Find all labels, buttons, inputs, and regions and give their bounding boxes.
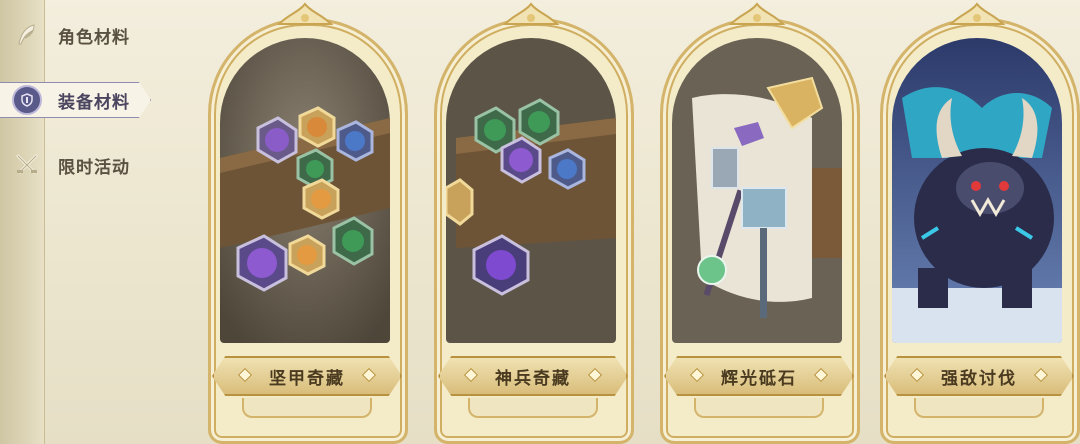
card-title: 强敌讨伐 (941, 368, 1017, 389)
card-title: 神兵奇藏 (495, 368, 571, 389)
sidebar-item-limited-events[interactable]: 限时活动 (0, 145, 180, 185)
sidebar: 角色材料 装备材料 限时活动 (0, 0, 200, 444)
shield-badge-icon (12, 85, 42, 115)
card-title-plate: 强敌讨伐 (884, 356, 1074, 396)
sidebar-item-character-materials[interactable]: 角色材料 (0, 15, 180, 55)
sidebar-item-label: 角色材料 (58, 27, 130, 48)
card-weapon-treasure[interactable]: 神兵奇藏 (428, 0, 634, 444)
crest-ornament (276, 2, 334, 25)
feather-quill-icon (12, 20, 42, 50)
card-armor-treasure[interactable]: 坚甲奇藏 (202, 0, 408, 444)
card-foot-ornament (694, 398, 824, 418)
card-art (446, 38, 616, 343)
card-art (892, 38, 1062, 343)
card-foot-ornament (914, 398, 1044, 418)
card-title-plate: 辉光砥石 (664, 356, 854, 396)
card-radiant-whetstone[interactable]: 辉光砥石 (654, 0, 860, 444)
card-foot-ornament (242, 398, 372, 418)
crest-ornament (502, 2, 560, 25)
card-title: 坚甲奇藏 (269, 368, 345, 389)
sidebar-item-label: 装备材料 (58, 92, 130, 113)
card-strong-enemy-hunt[interactable]: 强敌讨伐 (874, 0, 1080, 444)
card-title-plate: 坚甲奇藏 (212, 356, 402, 396)
sidebar-item-label: 限时活动 (58, 157, 130, 178)
crossed-swords-icon (12, 150, 42, 180)
card-title: 辉光砥石 (721, 368, 797, 389)
card-art (672, 38, 842, 343)
sidebar-rail (0, 0, 45, 444)
card-title-plate: 神兵奇藏 (438, 356, 628, 396)
sidebar-item-equipment-materials[interactable]: 装备材料 (0, 80, 152, 120)
crest-ornament (948, 2, 1006, 25)
card-art (220, 38, 390, 343)
card-foot-ornament (468, 398, 598, 418)
crest-ornament (728, 2, 786, 25)
